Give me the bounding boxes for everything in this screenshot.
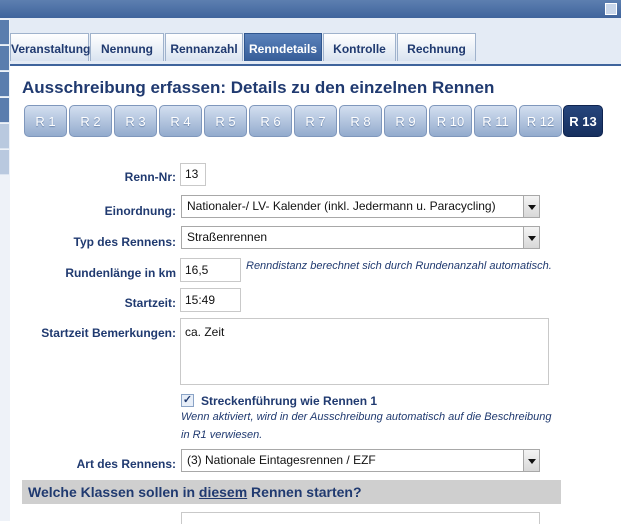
klassen-select[interactable] <box>181 512 540 524</box>
side-nav-item[interactable] <box>0 150 9 175</box>
page-title: Ausschreibung erfassen: Details zu den e… <box>22 78 495 97</box>
chevron-down-icon <box>523 450 539 471</box>
side-nav-item[interactable] <box>0 46 9 71</box>
klassen-section-header: Welche Klassen sollen in diesem Rennen s… <box>22 480 561 504</box>
tab-kontrolle[interactable]: Kontrolle <box>323 33 396 61</box>
race-button-r8[interactable]: R 8 <box>339 105 382 137</box>
checkmark-icon: ✓ <box>182 394 193 406</box>
strecke-hint-line2: in R1 verwiesen. <box>181 429 263 441</box>
strecke-label: Streckenführung wie Rennen 1 <box>201 394 378 408</box>
chevron-down-icon <box>523 196 539 217</box>
left-side-strip <box>0 18 10 521</box>
race-button-r12[interactable]: R 12 <box>519 105 562 137</box>
race-button-r5[interactable]: R 5 <box>204 105 247 137</box>
strecke-checkbox[interactable]: ✓ <box>181 394 194 407</box>
top-bar <box>0 0 621 18</box>
section-prefix: Welche Klassen sollen in <box>28 484 199 500</box>
race-button-r11[interactable]: R 11 <box>474 105 517 137</box>
rundenlaenge-hint: Renndistanz berechnet sich durch Rundena… <box>246 260 552 272</box>
race-button-r4[interactable]: R 4 <box>159 105 202 137</box>
race-button-r6[interactable]: R 6 <box>249 105 292 137</box>
tab-rennanzahl[interactable]: Rennanzahl <box>165 33 243 61</box>
typ-label: Typ des Rennens: <box>73 235 176 249</box>
window-control-icon[interactable] <box>605 3 617 15</box>
race-button-r3[interactable]: R 3 <box>114 105 157 137</box>
race-button-r13[interactable]: R 13 <box>563 105 603 137</box>
renn-nr-field[interactable]: 13 <box>180 163 206 186</box>
section-emph: diesem <box>198 484 248 500</box>
tab-renndetails[interactable]: Renndetails <box>244 33 322 61</box>
tab-nennung[interactable]: Nennung <box>90 33 164 61</box>
race-button-r2[interactable]: R 2 <box>69 105 112 137</box>
side-nav-item[interactable] <box>0 98 9 123</box>
side-nav-item[interactable] <box>0 20 9 45</box>
tab-rechnung[interactable]: Rechnung <box>397 33 476 61</box>
einordnung-value: Nationaler-/ LV- Kalender (inkl. Jederma… <box>187 199 496 213</box>
typ-value: Straßenrennen <box>187 230 268 244</box>
art-label: Art des Rennens: <box>76 457 176 471</box>
race-button-r1[interactable]: R 1 <box>24 105 67 137</box>
einordnung-select[interactable]: Nationaler-/ LV- Kalender (inkl. Jederma… <box>181 195 540 218</box>
bemerkungen-label: Startzeit Bemerkungen: <box>41 326 176 340</box>
startzeit-field[interactable]: 15:49 <box>180 288 241 312</box>
strecke-hint-line1: Wenn aktiviert, wird in der Ausschreibun… <box>181 411 552 423</box>
renn-nr-label: Renn-Nr: <box>124 170 176 184</box>
bemerkungen-textarea[interactable]: ca. Zeit <box>180 318 549 385</box>
typ-select[interactable]: Straßenrennen <box>181 226 540 249</box>
tab-veranstaltung[interactable]: Veranstaltung <box>10 33 90 61</box>
startzeit-label: Startzeit: <box>124 296 176 310</box>
race-button-r9[interactable]: R 9 <box>384 105 427 137</box>
section-suffix: Rennen starten? <box>247 484 362 500</box>
tab-bar: Veranstaltung Nennung Rennanzahl Renndet… <box>10 18 621 66</box>
chevron-down-icon <box>523 227 539 248</box>
art-value: (3) Nationale Eintagesrennen / EZF <box>187 453 376 467</box>
einordnung-label: Einordnung: <box>104 204 176 218</box>
art-select[interactable]: (3) Nationale Eintagesrennen / EZF <box>181 449 540 472</box>
rundenlaenge-label: Rundenlänge in km <box>65 266 176 280</box>
rundenlaenge-field[interactable]: 16,5 <box>180 258 241 282</box>
side-nav-item[interactable] <box>0 72 9 97</box>
race-button-r10[interactable]: R 10 <box>429 105 472 137</box>
side-nav-item[interactable] <box>0 124 9 149</box>
race-button-r7[interactable]: R 7 <box>294 105 337 137</box>
